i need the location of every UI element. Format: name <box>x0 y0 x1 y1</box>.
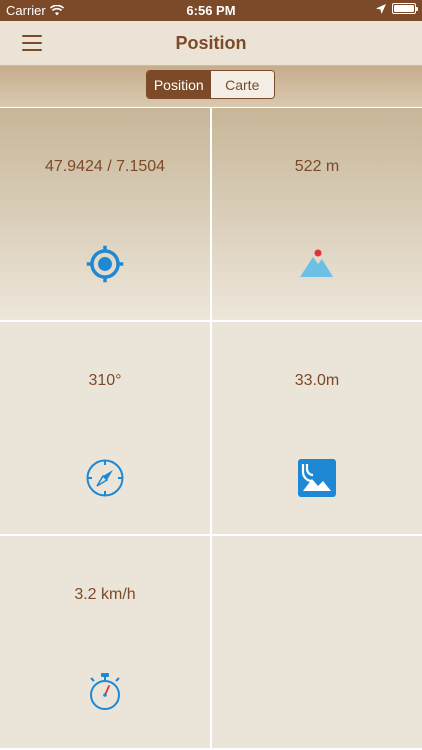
accuracy-value: 33.0m <box>294 372 340 389</box>
coordinates-value: 47.9424 / 7.1504 <box>44 158 166 175</box>
coordinates-cell[interactable]: 47.9424 / 7.1504 <box>0 108 210 320</box>
stopwatch-icon <box>85 672 125 712</box>
status-bar: Carrier 6:56 PM <box>0 0 422 21</box>
heading-value: 310° <box>88 372 122 389</box>
accuracy-cell[interactable]: 33.0m <box>212 322 422 534</box>
info-grid: 47.9424 / 7.1504 522 m 310° 33.0m 3.2 km… <box>0 108 422 750</box>
altitude-value: 522 m <box>294 158 340 175</box>
compass-icon <box>85 458 125 498</box>
view-segmented-control: Position Carte <box>146 70 275 99</box>
altitude-cell[interactable]: 522 m <box>212 108 422 320</box>
status-right-group <box>376 3 418 14</box>
battery-icon <box>392 3 418 14</box>
page-title: Position <box>175 33 247 53</box>
status-time: 6:56 PM <box>186 3 236 18</box>
segment-bar: Position Carte <box>0 66 422 107</box>
segment-position[interactable]: Position <box>147 71 211 98</box>
heading-cell[interactable]: 310° <box>0 322 210 534</box>
photo-accuracy-icon <box>297 458 337 498</box>
location-arrow-icon <box>376 3 386 14</box>
segment-carte[interactable]: Carte <box>210 71 274 98</box>
speed-cell[interactable]: 3.2 km/h <box>0 536 210 748</box>
navigation-bar: Position <box>0 21 422 66</box>
mountain-icon <box>297 244 337 284</box>
empty-cell <box>212 536 422 748</box>
speed-value: 3.2 km/h <box>74 586 136 603</box>
location-target-icon <box>85 244 125 284</box>
